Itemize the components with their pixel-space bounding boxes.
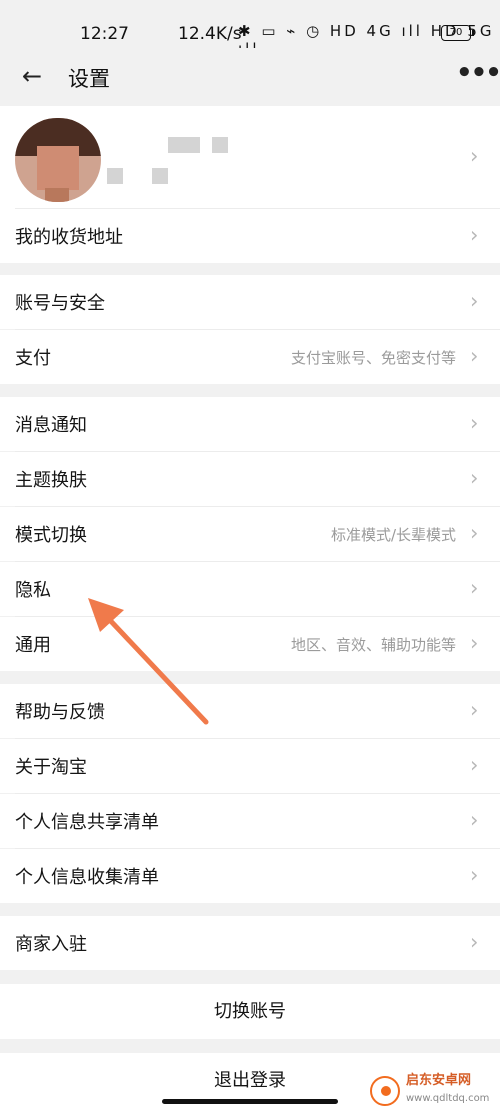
watermark-logo-icon bbox=[370, 1076, 400, 1106]
annotation-arrow-shaft bbox=[103, 613, 209, 725]
watermark: 启东安卓网 www.qdltdq.com bbox=[370, 1072, 496, 1108]
annotation-arrow bbox=[88, 598, 209, 725]
watermark-url: www.qdltdq.com bbox=[406, 1093, 490, 1104]
watermark-name: 启东安卓网 bbox=[406, 1073, 472, 1088]
